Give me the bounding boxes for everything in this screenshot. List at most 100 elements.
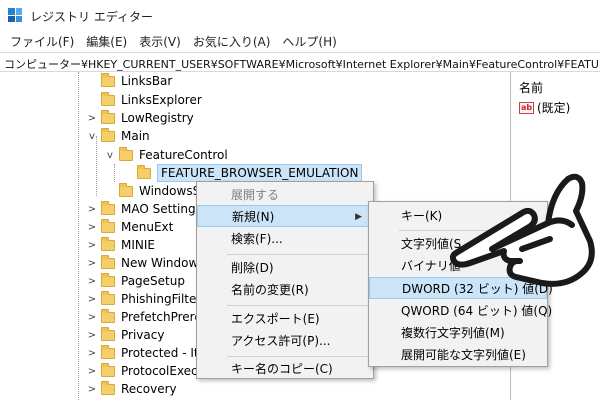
- folder-open-icon: [101, 127, 115, 142]
- tree-item-label: PhishingFilter: [121, 292, 202, 306]
- folder-icon: [101, 91, 115, 106]
- expand-chevron-icon[interactable]: >: [86, 366, 98, 377]
- tree-item-featurecontrol[interactable]: v FeatureControl: [104, 146, 228, 164]
- submenu-item-expandable-string-value[interactable]: 展開可能な文字列値(E): [369, 344, 547, 366]
- expand-chevron-icon[interactable]: >: [86, 113, 98, 124]
- menu-item-find[interactable]: 検索(F)...: [197, 228, 373, 250]
- tree-item-label: New Windows: [121, 256, 205, 270]
- expand-chevron-icon[interactable]: >: [86, 312, 98, 323]
- folder-open-icon: [119, 146, 133, 161]
- tree-item-linksbar[interactable]: LinksBar: [86, 72, 172, 90]
- tree-item-label: PrefetchPrerer: [121, 310, 207, 324]
- expand-chevron-icon[interactable]: >: [86, 222, 98, 233]
- submenu-arrow-icon: ▶: [355, 212, 362, 222]
- tree-item-phishingfilter[interactable]: > PhishingFilter: [86, 290, 201, 308]
- collapse-chevron-icon[interactable]: v: [86, 131, 98, 142]
- tree-item-linksexplorer[interactable]: LinksExplorer: [86, 91, 202, 109]
- menu-separator: [227, 356, 371, 357]
- tree-guide: [78, 72, 79, 400]
- folder-icon: [101, 200, 115, 215]
- submenu-item-multi-string-value[interactable]: 複数行文字列値(M): [369, 322, 547, 344]
- expand-chevron-icon[interactable]: >: [86, 240, 98, 251]
- tree-item-prefetchprerender[interactable]: > PrefetchPrerer: [86, 308, 207, 326]
- menu-item-export[interactable]: エクスポート(E): [197, 308, 373, 330]
- tree-item-recovery[interactable]: > Recovery: [86, 380, 177, 398]
- tree-item-label: MAO Settings: [121, 202, 202, 216]
- menu-item-expand: 展開する: [231, 188, 280, 202]
- folder-icon: [101, 308, 115, 323]
- window-title: レジストリ エディター: [30, 10, 153, 24]
- pointing-hand-icon: [449, 173, 595, 287]
- tree-item-label: PageSetup: [121, 274, 185, 288]
- tree-item-mao-settings[interactable]: > MAO Settings: [86, 200, 202, 218]
- menu-view[interactable]: 表示(V): [133, 30, 187, 52]
- menu-favorites[interactable]: お気に入り(A): [187, 30, 277, 52]
- menu-edit[interactable]: 編集(E): [80, 30, 133, 52]
- expand-chevron-icon[interactable]: >: [86, 258, 98, 269]
- tree-item-label: Main: [121, 129, 150, 143]
- tree-guide: [114, 164, 115, 182]
- tree-item-label: ProtocolExecu: [121, 364, 206, 378]
- menu-item-copy-key-name[interactable]: キー名のコピー(C): [197, 358, 373, 380]
- tree-item-protocolexecute[interactable]: > ProtocolExecu: [86, 362, 205, 380]
- column-header-name[interactable]: 名前: [519, 79, 543, 96]
- tree-item-label: Privacy: [121, 328, 165, 342]
- tree-item-label: LowRegistry: [121, 111, 194, 125]
- folder-icon: [101, 254, 115, 269]
- registry-editor-icon: [8, 8, 22, 22]
- tree-item-lowregistry[interactable]: > LowRegistry: [86, 109, 194, 127]
- folder-icon: [101, 218, 115, 233]
- tree-item-label: LinksExplorer: [121, 93, 202, 107]
- folder-icon: [101, 72, 115, 87]
- folder-icon: [137, 164, 151, 179]
- tree-item-minie[interactable]: > MINIE: [86, 236, 155, 254]
- folder-icon: [101, 380, 115, 395]
- tree-item-label: Recovery: [121, 382, 177, 396]
- expand-chevron-icon[interactable]: >: [86, 348, 98, 359]
- tree-item-new-windows[interactable]: > New Windows: [86, 254, 205, 272]
- tree-item-feature-browser-emulation[interactable]: FEATURE_BROWSER_EMULATION: [122, 164, 363, 182]
- tree-item-label: LinksBar: [121, 74, 173, 88]
- title-bar: レジストリ エディター: [0, 0, 600, 30]
- expand-chevron-icon[interactable]: >: [86, 330, 98, 341]
- expand-chevron-icon[interactable]: >: [86, 204, 98, 215]
- tree-item-label: FEATURE_BROWSER_EMULATION: [157, 164, 363, 182]
- folder-icon: [101, 272, 115, 287]
- context-menu: 展開する 新規(N) ▶ 検索(F)... 削除(D) 名前の変更(R) エクスポ…: [196, 181, 374, 379]
- menu-item-permissions[interactable]: アクセス許可(P)...: [197, 330, 373, 352]
- menu-item-delete[interactable]: 削除(D): [197, 257, 373, 279]
- value-row-default[interactable]: ab (既定): [519, 99, 570, 116]
- folder-icon: [119, 182, 133, 197]
- tree-item-main[interactable]: v Main: [86, 127, 150, 145]
- tree-item-protected[interactable]: > Protected - It: [86, 344, 199, 362]
- folder-icon: [101, 326, 115, 341]
- menu-item-rename[interactable]: 名前の変更(R): [197, 279, 373, 301]
- tree-item-privacy[interactable]: > Privacy: [86, 326, 164, 344]
- tree-item-label: MenuExt: [121, 220, 174, 234]
- value-name: (既定): [537, 101, 571, 115]
- folder-icon: [101, 290, 115, 305]
- menu-help[interactable]: ヘルプ(H): [276, 30, 342, 52]
- menu-bar: ファイル(F) 編集(E) 表示(V) お気に入り(A) ヘルプ(H): [0, 30, 600, 52]
- expand-chevron-icon[interactable]: >: [86, 294, 98, 305]
- tree-item-label: Protected - It: [121, 346, 199, 360]
- folder-icon: [101, 362, 115, 377]
- folder-icon: [101, 236, 115, 251]
- expand-chevron-icon[interactable]: >: [86, 276, 98, 287]
- string-value-icon: ab: [519, 101, 534, 114]
- menu-item-new[interactable]: 新規(N) ▶: [197, 205, 373, 227]
- address-bar[interactable]: コンピューター¥HKEY_CURRENT_USER¥SOFTWARE¥Micro…: [0, 52, 600, 72]
- tree-item-menuext[interactable]: > MenuExt: [86, 218, 173, 236]
- collapse-chevron-icon[interactable]: v: [104, 150, 116, 161]
- folder-icon: [101, 344, 115, 359]
- expand-chevron-icon[interactable]: >: [86, 384, 98, 395]
- tree-guide: [96, 136, 97, 196]
- folder-icon: [101, 109, 115, 124]
- menu-separator: [227, 254, 371, 255]
- tree-item-label: MINIE: [121, 238, 155, 252]
- tree-item-pagesetup[interactable]: > PageSetup: [86, 272, 185, 290]
- menu-separator: [227, 305, 371, 306]
- tree-item-label: FeatureControl: [139, 148, 228, 162]
- menu-file[interactable]: ファイル(F): [4, 30, 80, 52]
- tree-item-windowsse[interactable]: WindowsSe: [104, 182, 208, 200]
